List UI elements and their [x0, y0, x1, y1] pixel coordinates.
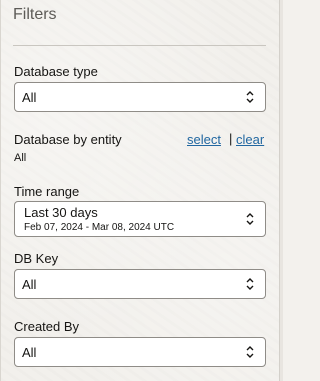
panel-scroll-edge: [279, 0, 283, 381]
database-by-entity-value: All: [14, 152, 27, 164]
select-link[interactable]: select: [187, 132, 221, 147]
db-key-label: DB Key: [14, 251, 59, 266]
created-by-value: All: [22, 345, 37, 360]
created-by-label: Created By: [14, 319, 80, 334]
time-range-label: Time range: [14, 184, 80, 199]
title-divider: [13, 45, 266, 46]
database-type-select[interactable]: All: [14, 82, 266, 112]
chevron-up-down-icon: [246, 278, 254, 290]
db-key-select[interactable]: All: [14, 269, 266, 299]
time-range-dates: Feb 07, 2024 - Mar 08, 2024 UTC: [24, 222, 175, 233]
clear-link[interactable]: clear: [236, 132, 264, 147]
chevron-up-down-icon: [246, 91, 254, 103]
link-separator: |: [229, 131, 233, 146]
panel-title: Filters: [13, 6, 57, 23]
time-range-select[interactable]: Last 30 days Feb 07, 2024 - Mar 08, 2024…: [14, 201, 266, 237]
chevron-up-down-icon: [246, 346, 254, 358]
time-range-value: Last 30 days: [24, 205, 98, 220]
db-key-value: All: [22, 277, 37, 292]
database-type-value: All: [22, 90, 37, 105]
database-by-entity-label: Database by entity: [14, 132, 122, 147]
created-by-select[interactable]: All: [14, 337, 266, 367]
chevron-up-down-icon: [246, 213, 254, 225]
filters-panel: Filters Database type All Database by en…: [0, 0, 283, 381]
database-type-label: Database type: [14, 64, 98, 79]
